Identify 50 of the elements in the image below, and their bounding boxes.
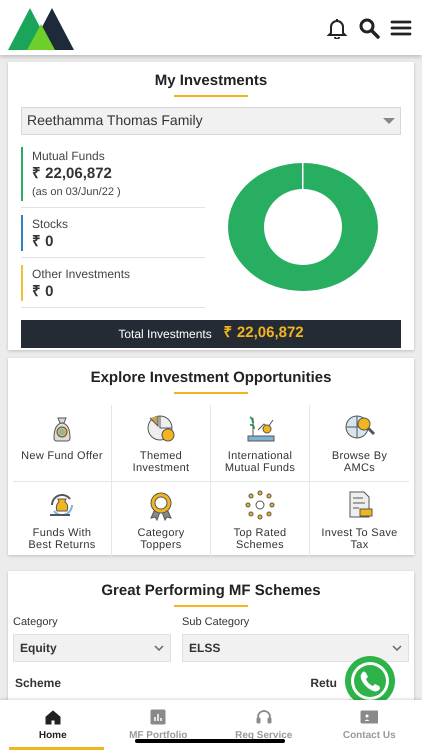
field-label: Sub Category [182,614,250,630]
section-title: My Investments [154,71,268,91]
search-icon[interactable] [358,16,380,38]
investment-label: Mutual Funds [32,148,106,164]
investment-amount: ₹ 0 [32,232,55,250]
dropdown-value: ELSS [189,640,220,657]
investment-label: Other Investments [32,266,130,282]
tile-label: Invest To Save Tax [320,526,399,550]
total-amount: ₹ 22,06,872 [224,323,304,344]
family-dropdown[interactable]: Reethamma Thomas Family [21,106,401,134]
headset-icon [254,708,273,726]
tile-label: Category Toppers [136,526,186,550]
tile-label: International Mutual Funds [224,450,296,474]
opportunity-tile[interactable]: Top Rated Schemes [211,482,310,558]
nav-tab[interactable]: Home [0,700,106,750]
investment-amount: ₹ 0 [32,282,55,300]
as-on-date: (as on 03/Jun/22 ) [32,184,121,200]
category-dropdown[interactable]: ELSS [182,634,409,662]
category-dropdown[interactable]: Equity [13,634,171,662]
dropdown-value: Reethamma Thomas Family [27,111,203,130]
logo-icon [8,6,74,50]
chevron-down-icon [154,645,164,651]
section-title: Great Performing MF Schemes [101,581,321,601]
tile-label: Browse By AMCs [330,450,388,474]
contact-card-icon [360,708,378,726]
opportunity-tile[interactable]: Browse By AMCs [310,404,409,482]
tile-label: Themed Investment [132,450,190,474]
opportunity-tile[interactable]: New Fund Offer [13,404,112,482]
bell-icon[interactable] [326,16,348,38]
column-header: Scheme [15,675,62,692]
opportunity-tile[interactable]: Themed Investment [112,404,211,482]
tile-label: Top Rated Schemes [232,526,288,550]
dropdown-value: Equity [20,640,57,657]
chevron-down-icon [392,645,402,651]
investment-amount: ₹ 22,06,872 [32,164,113,182]
field-label: Category [13,614,59,630]
section-title: Explore Investment Opportunities [90,368,332,388]
opportunity-tile[interactable]: Category Toppers [112,482,211,558]
total-label: Total Investments [118,326,212,342]
tile-label: Funds With Best Returns [27,526,97,550]
opportunity-tile[interactable]: Funds With Best Returns [13,482,112,558]
opportunity-tile[interactable]: Invest To Save Tax [310,482,409,558]
home-icon [44,708,62,726]
investment-label: Stocks [32,216,68,232]
network-icon [244,488,276,520]
column-header: Retu [310,675,337,692]
tile-label: New Fund Offer [21,450,103,462]
dropdown-caret-icon [383,118,395,124]
bar-chart-icon [149,708,168,726]
opportunity-tile[interactable]: International Mutual Funds [211,404,310,482]
